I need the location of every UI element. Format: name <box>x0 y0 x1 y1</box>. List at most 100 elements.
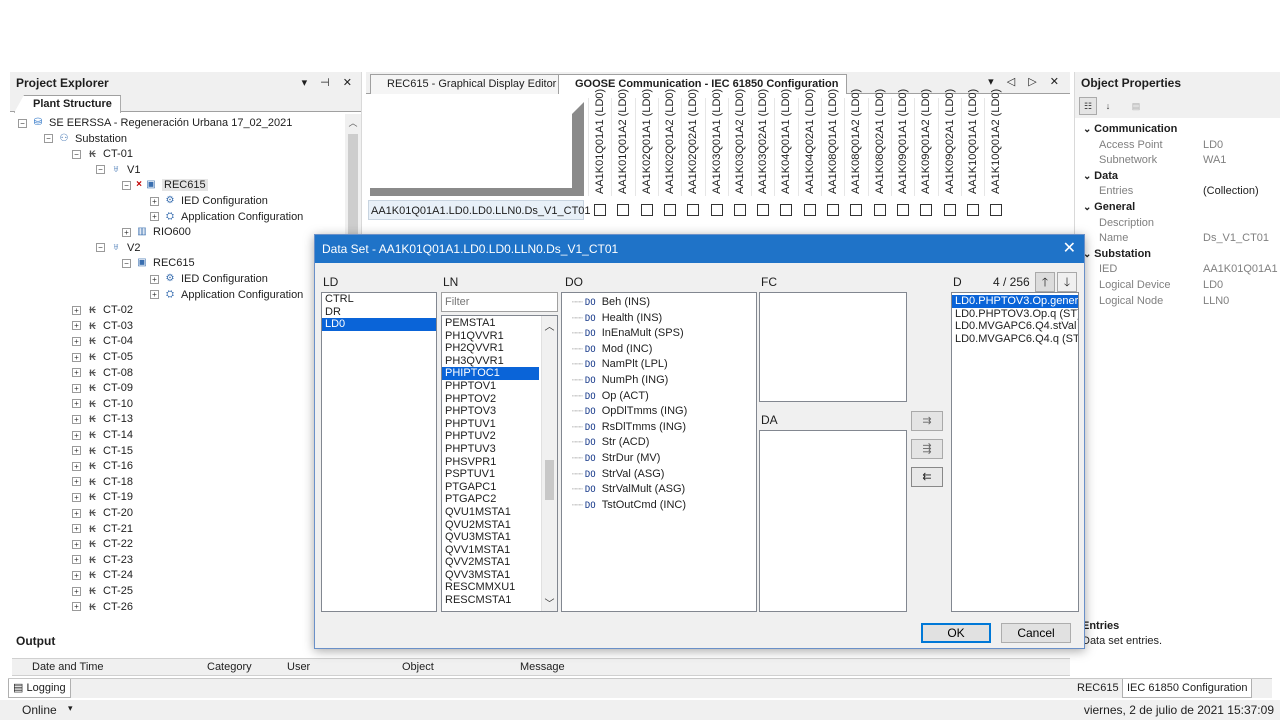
goose-column-header[interactable]: AA1K02Q02A1 (LD0) <box>681 89 705 196</box>
move-down-icon[interactable]: 🡓 <box>1057 272 1077 292</box>
tree-node[interactable]: + ₭ CT-08 <box>72 366 133 381</box>
tree-node[interactable]: − ⚇ Substation <box>44 132 127 147</box>
collapse-icon[interactable]: − <box>96 165 105 175</box>
expand-icon[interactable]: + <box>72 492 81 502</box>
tree-node[interactable]: + ₭ CT-03 <box>72 319 133 334</box>
goose-checkbox[interactable] <box>663 204 676 216</box>
expand-icon[interactable]: + <box>72 352 81 362</box>
expand-icon[interactable]: + <box>72 321 81 331</box>
expand-icon[interactable]: + <box>72 570 81 580</box>
add-entry-button[interactable]: ⇉ <box>911 411 943 431</box>
expand-icon[interactable]: + <box>72 414 81 424</box>
ln-item[interactable]: PHPTOV3 <box>442 405 539 418</box>
scroll-up-icon[interactable]: ︿ <box>542 318 557 333</box>
ln-item[interactable]: PHPTOV2 <box>442 393 539 406</box>
expand-icon[interactable]: + <box>72 555 81 565</box>
tree-node[interactable]: + ▥ RIO600 <box>122 225 191 240</box>
goose-checkbox[interactable] <box>966 204 979 216</box>
tab-iec61850-configuration[interactable]: IEC 61850 Configuration <box>1122 679 1253 698</box>
goose-checkbox[interactable] <box>896 204 909 216</box>
expand-icon[interactable]: + <box>72 477 81 487</box>
ok-button[interactable]: OK <box>921 623 991 643</box>
goose-checkbox[interactable] <box>594 204 606 216</box>
goose-checkbox[interactable] <box>733 204 746 216</box>
do-tree[interactable]: ┈┈ DO Beh (INS) ┈┈ DO Health (INS) ┈┈ DO InEnaMu… <box>561 292 757 612</box>
do-item[interactable]: ┈┈ DO Str (ACD) <box>562 435 756 451</box>
goose-checkbox[interactable] <box>943 204 956 216</box>
ln-scroll-thumb[interactable] <box>545 460 554 500</box>
goose-checkbox[interactable] <box>780 204 793 216</box>
goose-column-header[interactable]: AA1K03Q01A2 (LD0) <box>727 89 751 196</box>
tree-node[interactable]: + ⛭ Application Configuration <box>150 288 303 303</box>
tree-node[interactable]: + ₭ CT-21 <box>72 522 133 537</box>
goose-checkbox[interactable] <box>803 204 816 216</box>
property-row[interactable]: Subnetwork WA1 <box>1075 153 1280 168</box>
do-item[interactable]: ┈┈ DO TstOutCmd (INC) <box>562 498 756 514</box>
ln-item[interactable]: QVU3MSTA1 <box>442 531 539 544</box>
goose-column-header[interactable]: AA1K08Q01A1 (LD0) <box>821 89 844 196</box>
col-user[interactable]: User <box>287 661 310 673</box>
property-row[interactable]: IED AA1K01Q01A1 <box>1075 262 1280 277</box>
expand-icon[interactable]: + <box>72 602 81 612</box>
goose-column-header[interactable]: AA1K03Q01A1 (LD0) <box>704 89 728 196</box>
property-category[interactable]: ⌄ Data <box>1075 168 1280 184</box>
collapse-icon[interactable]: − <box>72 149 81 159</box>
ln-item[interactable]: PHIPTOC1 <box>442 367 539 380</box>
d-entries-listbox[interactable]: LD0.PHPTOV3.Op.general (ST)LD0.PHPTOV3.O… <box>951 292 1079 612</box>
do-item[interactable]: ┈┈ DO StrVal (ASG) <box>562 467 756 483</box>
insert-entry-button[interactable]: ⇶ <box>911 439 943 459</box>
goose-column-header[interactable]: AA1K02Q01A2 (LD0) <box>657 89 681 196</box>
do-item[interactable]: ┈┈ DO Beh (INS) <box>562 295 756 311</box>
tree-node[interactable]: + ₭ CT-22 <box>72 537 133 552</box>
ln-item[interactable]: RESCMSTA1 <box>442 594 539 607</box>
ln-item[interactable]: PTGAPC1 <box>442 481 539 494</box>
scroll-up-icon[interactable]: ︿ <box>345 116 361 130</box>
tree-node[interactable]: + ₭ CT-25 <box>72 584 133 599</box>
ln-item[interactable]: QVV1MSTA1 <box>442 544 539 557</box>
expand-icon[interactable]: + <box>72 399 81 409</box>
goose-checkbox[interactable] <box>640 204 653 216</box>
scroll-down-icon[interactable]: ﹀ <box>542 595 557 610</box>
goose-column-header[interactable]: AA1K08Q01A2 (LD0) <box>844 89 868 196</box>
col-date-time[interactable]: Date and Time <box>32 661 104 673</box>
ln-item[interactable]: PTGAPC2 <box>442 493 539 506</box>
chevron-down-icon[interactable]: ⌄ <box>1083 171 1094 182</box>
do-item[interactable]: ┈┈ DO Mod (INC) <box>562 342 756 358</box>
goose-column-header[interactable]: AA1K01Q01A2 (LD0) <box>611 89 635 196</box>
do-item[interactable]: ┈┈ DO StrValMult (ASG) <box>562 482 756 498</box>
do-item[interactable]: ┈┈ DO StrDur (MV) <box>562 451 756 467</box>
property-row[interactable]: Description <box>1075 216 1280 231</box>
tree-node[interactable]: + ₭ CT-19 <box>72 490 133 505</box>
do-item[interactable]: ┈┈ DO InEnaMult (SPS) <box>562 326 756 342</box>
ln-item[interactable]: QVU2MSTA1 <box>442 519 539 532</box>
property-row[interactable]: Name Ds_V1_CT01 <box>1075 231 1280 246</box>
goose-column-header[interactable]: AA1K10Q01A1 (LD0) <box>960 89 984 196</box>
goose-checkbox[interactable] <box>920 204 933 216</box>
tree-node[interactable]: + ₭ CT-20 <box>72 506 133 521</box>
data-set-entry[interactable]: LD0.PHPTOV3.Op.q (ST) <box>952 308 1078 321</box>
do-item[interactable]: ┈┈ DO NamPlt (LPL) <box>562 357 756 373</box>
goose-column-header[interactable]: AA1K08Q02A1 (LD0) <box>867 89 891 196</box>
goose-checkbox[interactable] <box>617 204 630 216</box>
property-row[interactable]: Logical Device LD0 <box>1075 278 1280 293</box>
cancel-button[interactable]: Cancel <box>1001 623 1071 643</box>
goose-column-header[interactable]: AA1K09Q02A1 (LD0) <box>937 89 961 196</box>
ln-item[interactable]: PHSVPR1 <box>442 456 539 469</box>
goose-checkbox[interactable] <box>757 204 770 216</box>
move-up-icon[interactable]: 🡑 <box>1035 272 1055 292</box>
chevron-down-icon[interactable]: ▾ <box>68 703 73 714</box>
property-row[interactable]: Access Point LD0 <box>1075 138 1280 153</box>
expand-icon[interactable]: + <box>72 539 81 549</box>
ld-item[interactable]: CTRL <box>322 293 436 306</box>
expand-icon[interactable]: + <box>72 461 81 471</box>
goose-checkbox[interactable] <box>873 204 886 216</box>
expand-icon[interactable]: + <box>72 508 81 518</box>
ln-filter-input[interactable] <box>441 292 558 312</box>
goose-column-header[interactable]: AA1K04Q02A1 (LD0) <box>797 89 821 196</box>
col-message[interactable]: Message <box>520 661 565 673</box>
ln-item[interactable]: QVU1MSTA1 <box>442 506 539 519</box>
property-pages-icon[interactable]: ▤ <box>1127 97 1145 115</box>
ln-item[interactable]: PHPTUV3 <box>442 443 539 456</box>
tree-node[interactable]: + ₭ CT-15 <box>72 444 133 459</box>
ld-listbox[interactable]: CTRL DR LD0 <box>321 292 437 612</box>
